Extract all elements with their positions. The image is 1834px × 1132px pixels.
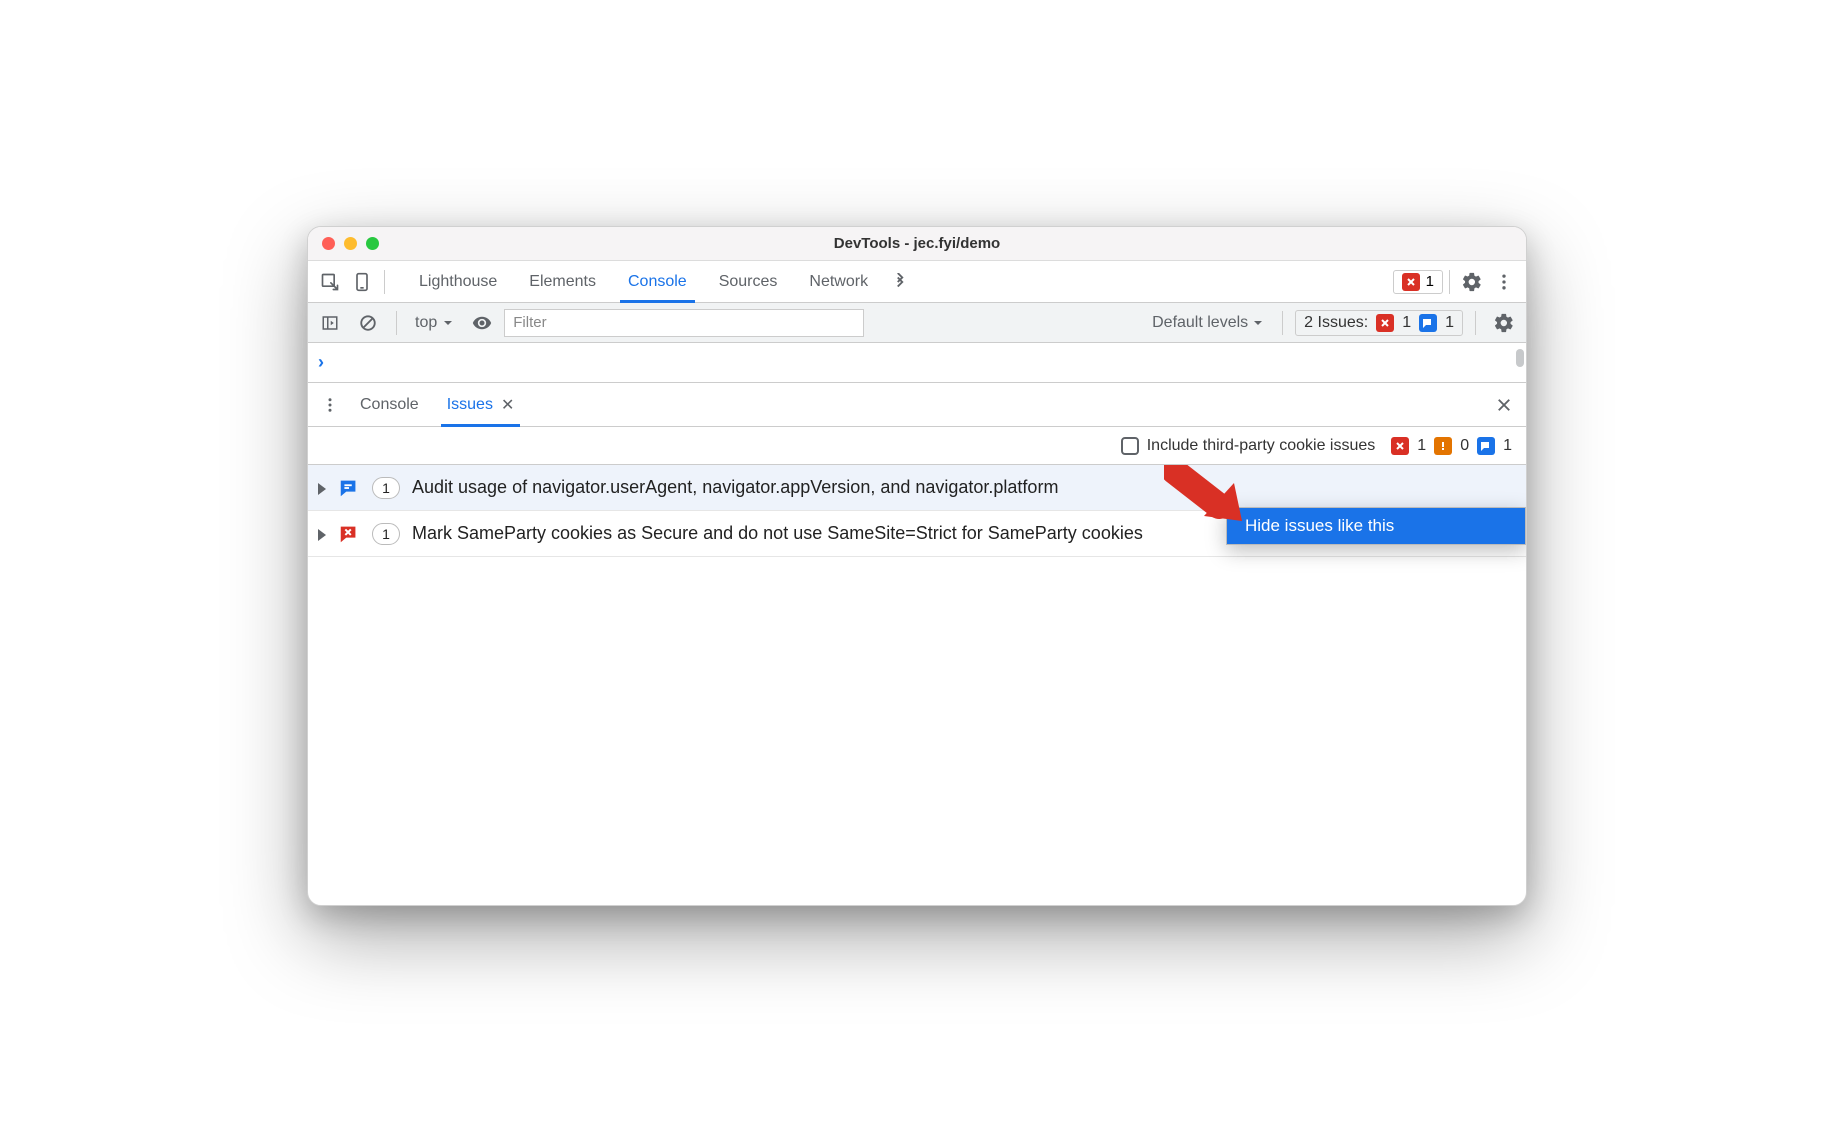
warn-count: 0 — [1460, 437, 1469, 455]
issues-error-count: 1 — [1402, 314, 1411, 332]
issues-list: 1 Audit usage of navigator.userAgent, na… — [308, 465, 1526, 905]
error-badge-icon — [1391, 437, 1409, 455]
error-count: 1 — [1417, 437, 1426, 455]
divider — [1449, 270, 1450, 294]
tab-label: Sources — [719, 273, 778, 291]
third-party-checkbox[interactable]: Include third-party cookie issues — [1121, 437, 1376, 455]
tab-network[interactable]: Network — [793, 261, 884, 302]
live-expression-icon[interactable] — [466, 307, 498, 339]
expand-icon[interactable] — [318, 529, 326, 541]
issue-title: Audit usage of navigator.userAgent, navi… — [412, 475, 1512, 500]
context-selector[interactable]: top — [409, 312, 460, 334]
error-issue-icon — [338, 523, 360, 545]
levels-label: Default levels — [1152, 314, 1248, 332]
chevron-down-icon — [1252, 317, 1264, 329]
checkbox-icon — [1121, 437, 1139, 455]
third-party-label: Include third-party cookie issues — [1147, 437, 1376, 455]
window-title: DevTools - jec.fyi/demo — [308, 235, 1526, 252]
tab-label: Elements — [529, 273, 596, 291]
issue-count-pill: 1 — [372, 477, 400, 499]
drawer-tab-issues[interactable]: Issues ✕ — [433, 383, 529, 426]
info-badge-icon — [1419, 314, 1437, 332]
console-body[interactable]: › — [308, 343, 1526, 383]
divider — [1475, 311, 1476, 335]
issue-count-pill: 1 — [372, 523, 400, 545]
tab-console[interactable]: Console — [612, 261, 703, 302]
tab-label: Console — [628, 273, 687, 291]
context-menu-label: Hide issues like this — [1245, 516, 1394, 535]
issue-row[interactable]: 1 Audit usage of navigator.userAgent, na… — [308, 465, 1526, 511]
inspect-element-icon[interactable] — [314, 266, 346, 298]
tab-label: Console — [360, 396, 419, 414]
drawer-kebab-icon[interactable] — [314, 389, 346, 421]
chevron-down-icon — [442, 317, 454, 329]
tab-label: Network — [809, 273, 868, 291]
tab-sources[interactable]: Sources — [703, 261, 794, 302]
annotation-arrow-icon — [1164, 465, 1254, 531]
issues-label: 2 Issues: — [1304, 314, 1368, 332]
window-zoom-button[interactable] — [366, 237, 379, 250]
log-levels-selector[interactable]: Default levels — [1146, 312, 1270, 334]
console-prompt-icon: › — [318, 352, 324, 373]
close-drawer-icon[interactable] — [1488, 389, 1520, 421]
info-issue-icon — [338, 477, 360, 499]
console-settings-icon[interactable] — [1488, 307, 1520, 339]
issues-toolbar: Include third-party cookie issues 1 0 1 — [308, 427, 1526, 465]
context-label: top — [415, 314, 437, 332]
error-count-pill[interactable]: 1 — [1393, 270, 1443, 294]
more-tabs-icon[interactable] — [884, 266, 916, 298]
window-minimize-button[interactable] — [344, 237, 357, 250]
console-toolbar: top Default levels 2 Issues: 1 1 — [308, 303, 1526, 343]
warn-badge-icon — [1434, 437, 1452, 455]
traffic-lights — [322, 237, 379, 250]
drawer-tab-console[interactable]: Console — [346, 383, 433, 426]
error-count: 1 — [1426, 273, 1434, 290]
clear-console-icon[interactable] — [352, 307, 384, 339]
issue-counts: 1 0 1 — [1391, 437, 1512, 455]
scrollbar-thumb[interactable] — [1516, 349, 1524, 367]
window-close-button[interactable] — [322, 237, 335, 250]
issues-summary[interactable]: 2 Issues: 1 1 — [1295, 310, 1463, 336]
drawer-tab-bar: Console Issues ✕ — [308, 383, 1526, 427]
main-tab-bar: Lighthouse Elements Console Sources Netw… — [308, 261, 1526, 303]
toggle-sidebar-icon[interactable] — [314, 307, 346, 339]
settings-icon[interactable] — [1456, 266, 1488, 298]
info-badge-icon — [1477, 437, 1495, 455]
divider — [1282, 311, 1283, 335]
tab-lighthouse[interactable]: Lighthouse — [403, 261, 513, 302]
device-toolbar-icon[interactable] — [346, 266, 378, 298]
error-badge-icon — [1376, 314, 1394, 332]
divider — [384, 270, 385, 294]
context-menu: Hide issues like this — [1226, 507, 1526, 545]
devtools-window: DevTools - jec.fyi/demo Lighthouse Eleme… — [307, 226, 1527, 906]
issues-info-count: 1 — [1445, 314, 1454, 332]
panel-tabs: Lighthouse Elements Console Sources Netw… — [403, 261, 916, 302]
tab-label: Lighthouse — [419, 273, 497, 291]
tab-elements[interactable]: Elements — [513, 261, 612, 302]
tab-label: Issues — [447, 396, 493, 414]
titlebar: DevTools - jec.fyi/demo — [308, 227, 1526, 261]
filter-input[interactable] — [504, 309, 864, 337]
info-count: 1 — [1503, 437, 1512, 455]
context-menu-hide-issues[interactable]: Hide issues like this — [1227, 508, 1525, 544]
error-badge-icon — [1402, 273, 1420, 291]
kebab-menu-icon[interactable] — [1488, 266, 1520, 298]
close-icon[interactable]: ✕ — [501, 395, 514, 415]
expand-icon[interactable] — [318, 483, 326, 495]
divider — [396, 311, 397, 335]
